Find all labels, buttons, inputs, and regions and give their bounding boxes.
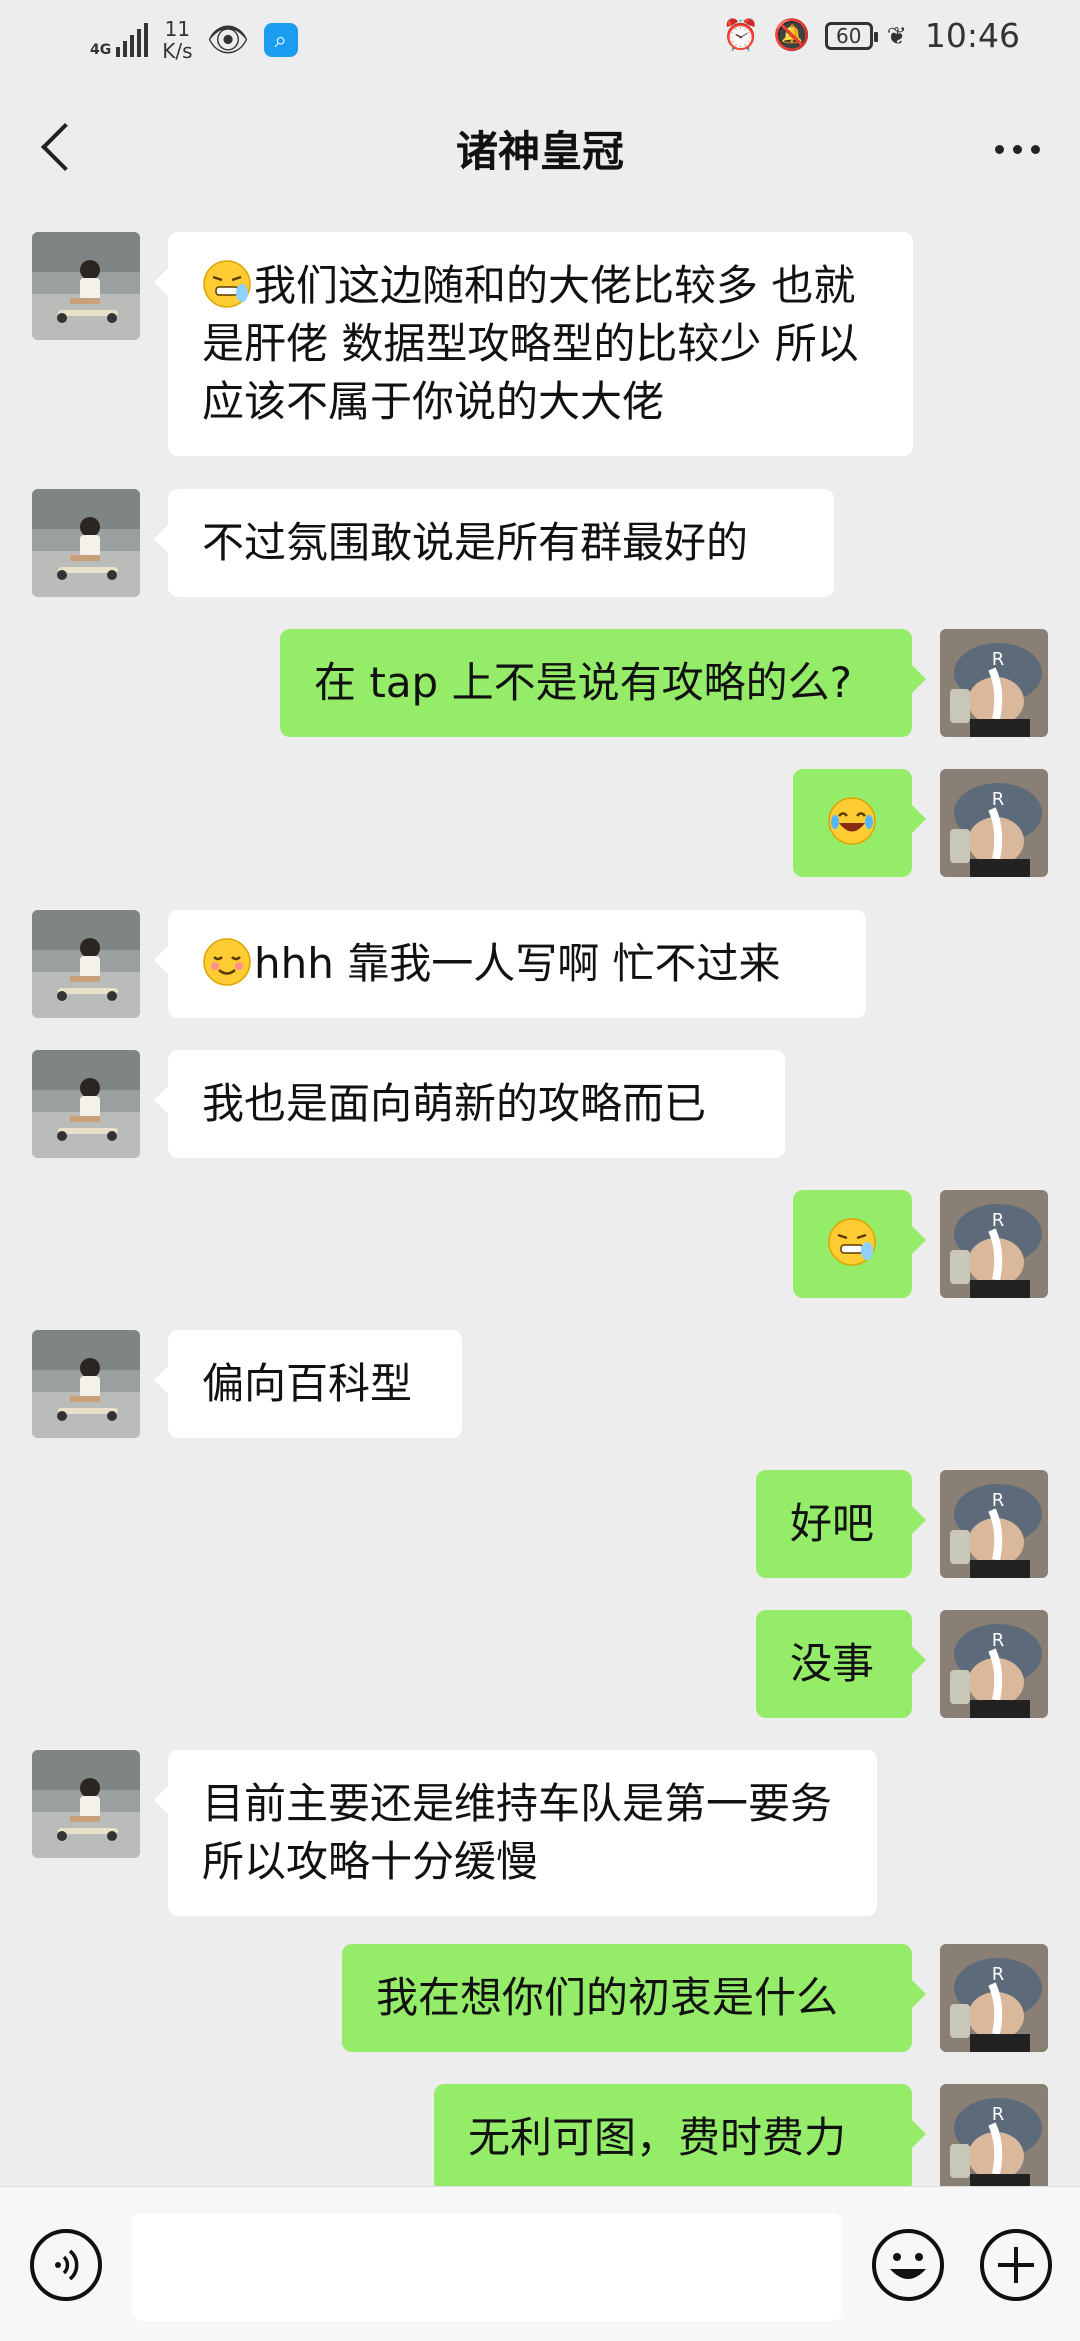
message-text: 没事 xyxy=(790,1639,875,1688)
search-app-icon: ⌕ xyxy=(263,23,298,57)
blush-emoji-icon xyxy=(202,938,254,988)
message-bubble[interactable] xyxy=(793,769,926,877)
message-bubble[interactable]: 无利可图，费时费力 xyxy=(434,2084,926,2186)
avatar[interactable] xyxy=(32,1050,140,1158)
laugh-tears-emoji-icon xyxy=(827,797,879,847)
more-dots-icon[interactable] xyxy=(982,124,1052,174)
message-bubble[interactable]: 目前主要还是维持车队是第一要务 所以攻略十分缓慢 xyxy=(154,1750,877,1916)
status-bar: 4G 11 K/s 👁 ⌕ ⏰ 🔕 60 ❦ 10:46 xyxy=(0,0,1080,84)
voice-icon[interactable] xyxy=(30,2229,102,2301)
avatar[interactable] xyxy=(32,1750,140,1858)
chat-header: 诸神皇冠 xyxy=(0,84,1080,214)
message-text: 目前主要还是维持车队是第一要务 所以攻略十分缓慢 xyxy=(202,1779,833,1886)
avatar[interactable] xyxy=(32,489,140,597)
message-bubble[interactable]: 好吧 xyxy=(756,1470,926,1578)
message-bubble[interactable]: 偏向百科型 xyxy=(154,1330,462,1438)
message-input[interactable] xyxy=(132,2213,842,2321)
message-list[interactable]: 我们这边随和的大佬比较多 也就是肝佬 数据型攻略型的比较少 所以应该不属于你说的… xyxy=(0,214,1080,2186)
avatar[interactable]: R xyxy=(940,629,1048,737)
network-type: 4G xyxy=(90,42,112,58)
mute-icon: 🔕 xyxy=(773,18,811,53)
message-bubble[interactable]: 没事 xyxy=(756,1610,926,1718)
alarm-icon: ⏰ xyxy=(722,18,760,53)
message-text: 无利可图，费时费力 xyxy=(468,2113,847,2162)
avatar[interactable]: R xyxy=(940,2084,1048,2186)
message-bubble[interactable] xyxy=(793,1190,926,1298)
emoji-icon[interactable] xyxy=(870,2227,946,2303)
avatar[interactable]: R xyxy=(940,769,1048,877)
svg-text:R: R xyxy=(992,1630,1005,1651)
svg-text:R: R xyxy=(992,1210,1005,1231)
clock: 10:46 xyxy=(924,16,1020,55)
avatar[interactable]: R xyxy=(940,1470,1048,1578)
avatar[interactable]: R xyxy=(940,1944,1048,2052)
grimace-emoji-icon xyxy=(827,1218,879,1268)
plus-icon[interactable] xyxy=(978,2227,1054,2303)
message-text: 好吧 xyxy=(790,1499,875,1548)
svg-text:R: R xyxy=(992,789,1005,810)
avatar[interactable] xyxy=(32,232,140,340)
eye-icon: 👁 xyxy=(206,20,250,60)
status-left: 4G 11 K/s 👁 ⌕ xyxy=(90,18,298,62)
message-text: 我们这边随和的大佬比较多 也就是肝佬 数据型攻略型的比较少 所以应该不属于你说的… xyxy=(202,261,859,426)
svg-text:R: R xyxy=(992,1964,1005,1985)
message-bubble[interactable]: 我们这边随和的大佬比较多 也就是肝佬 数据型攻略型的比较少 所以应该不属于你说的… xyxy=(154,232,913,456)
chat-title: 诸神皇冠 xyxy=(455,127,624,176)
svg-text:R: R xyxy=(992,649,1005,670)
message-text: 在 tap 上不是说有攻略的么? xyxy=(314,658,852,707)
network-speed: 11 K/s xyxy=(162,17,193,63)
avatar[interactable]: R xyxy=(940,1190,1048,1298)
leaf-icon: ❦ xyxy=(886,21,907,50)
message-bubble[interactable]: 我在想你们的初衷是什么 xyxy=(342,1944,926,2052)
battery-icon: 60 xyxy=(824,21,878,50)
grimace-emoji-icon xyxy=(202,260,254,310)
signal-icon: 4G xyxy=(90,23,149,58)
message-text: hhh 靠我一人写啊 忙不过来 xyxy=(254,939,781,988)
message-text: 我在想你们的初衷是什么 xyxy=(376,1973,839,2022)
svg-text:R: R xyxy=(992,2104,1005,2125)
input-bar xyxy=(0,2186,1080,2341)
message-text: 不过氛围敢说是所有群最好的 xyxy=(202,518,749,567)
avatar[interactable] xyxy=(32,1330,140,1438)
svg-text:R: R xyxy=(992,1490,1005,1511)
status-right: ⏰ 🔕 60 ❦ 10:46 xyxy=(722,16,1020,55)
message-bubble[interactable]: 不过氛围敢说是所有群最好的 xyxy=(154,489,834,597)
avatar[interactable]: R xyxy=(940,1610,1048,1718)
avatar[interactable] xyxy=(32,910,140,1018)
message-bubble[interactable]: 在 tap 上不是说有攻略的么? xyxy=(280,629,926,737)
message-text: 我也是面向萌新的攻略而已 xyxy=(202,1079,707,1128)
message-bubble[interactable]: hhh 靠我一人写啊 忙不过来 xyxy=(154,910,866,1018)
message-bubble[interactable]: 我也是面向萌新的攻略而已 xyxy=(154,1050,785,1158)
message-text: 偏向百科型 xyxy=(202,1359,413,1408)
